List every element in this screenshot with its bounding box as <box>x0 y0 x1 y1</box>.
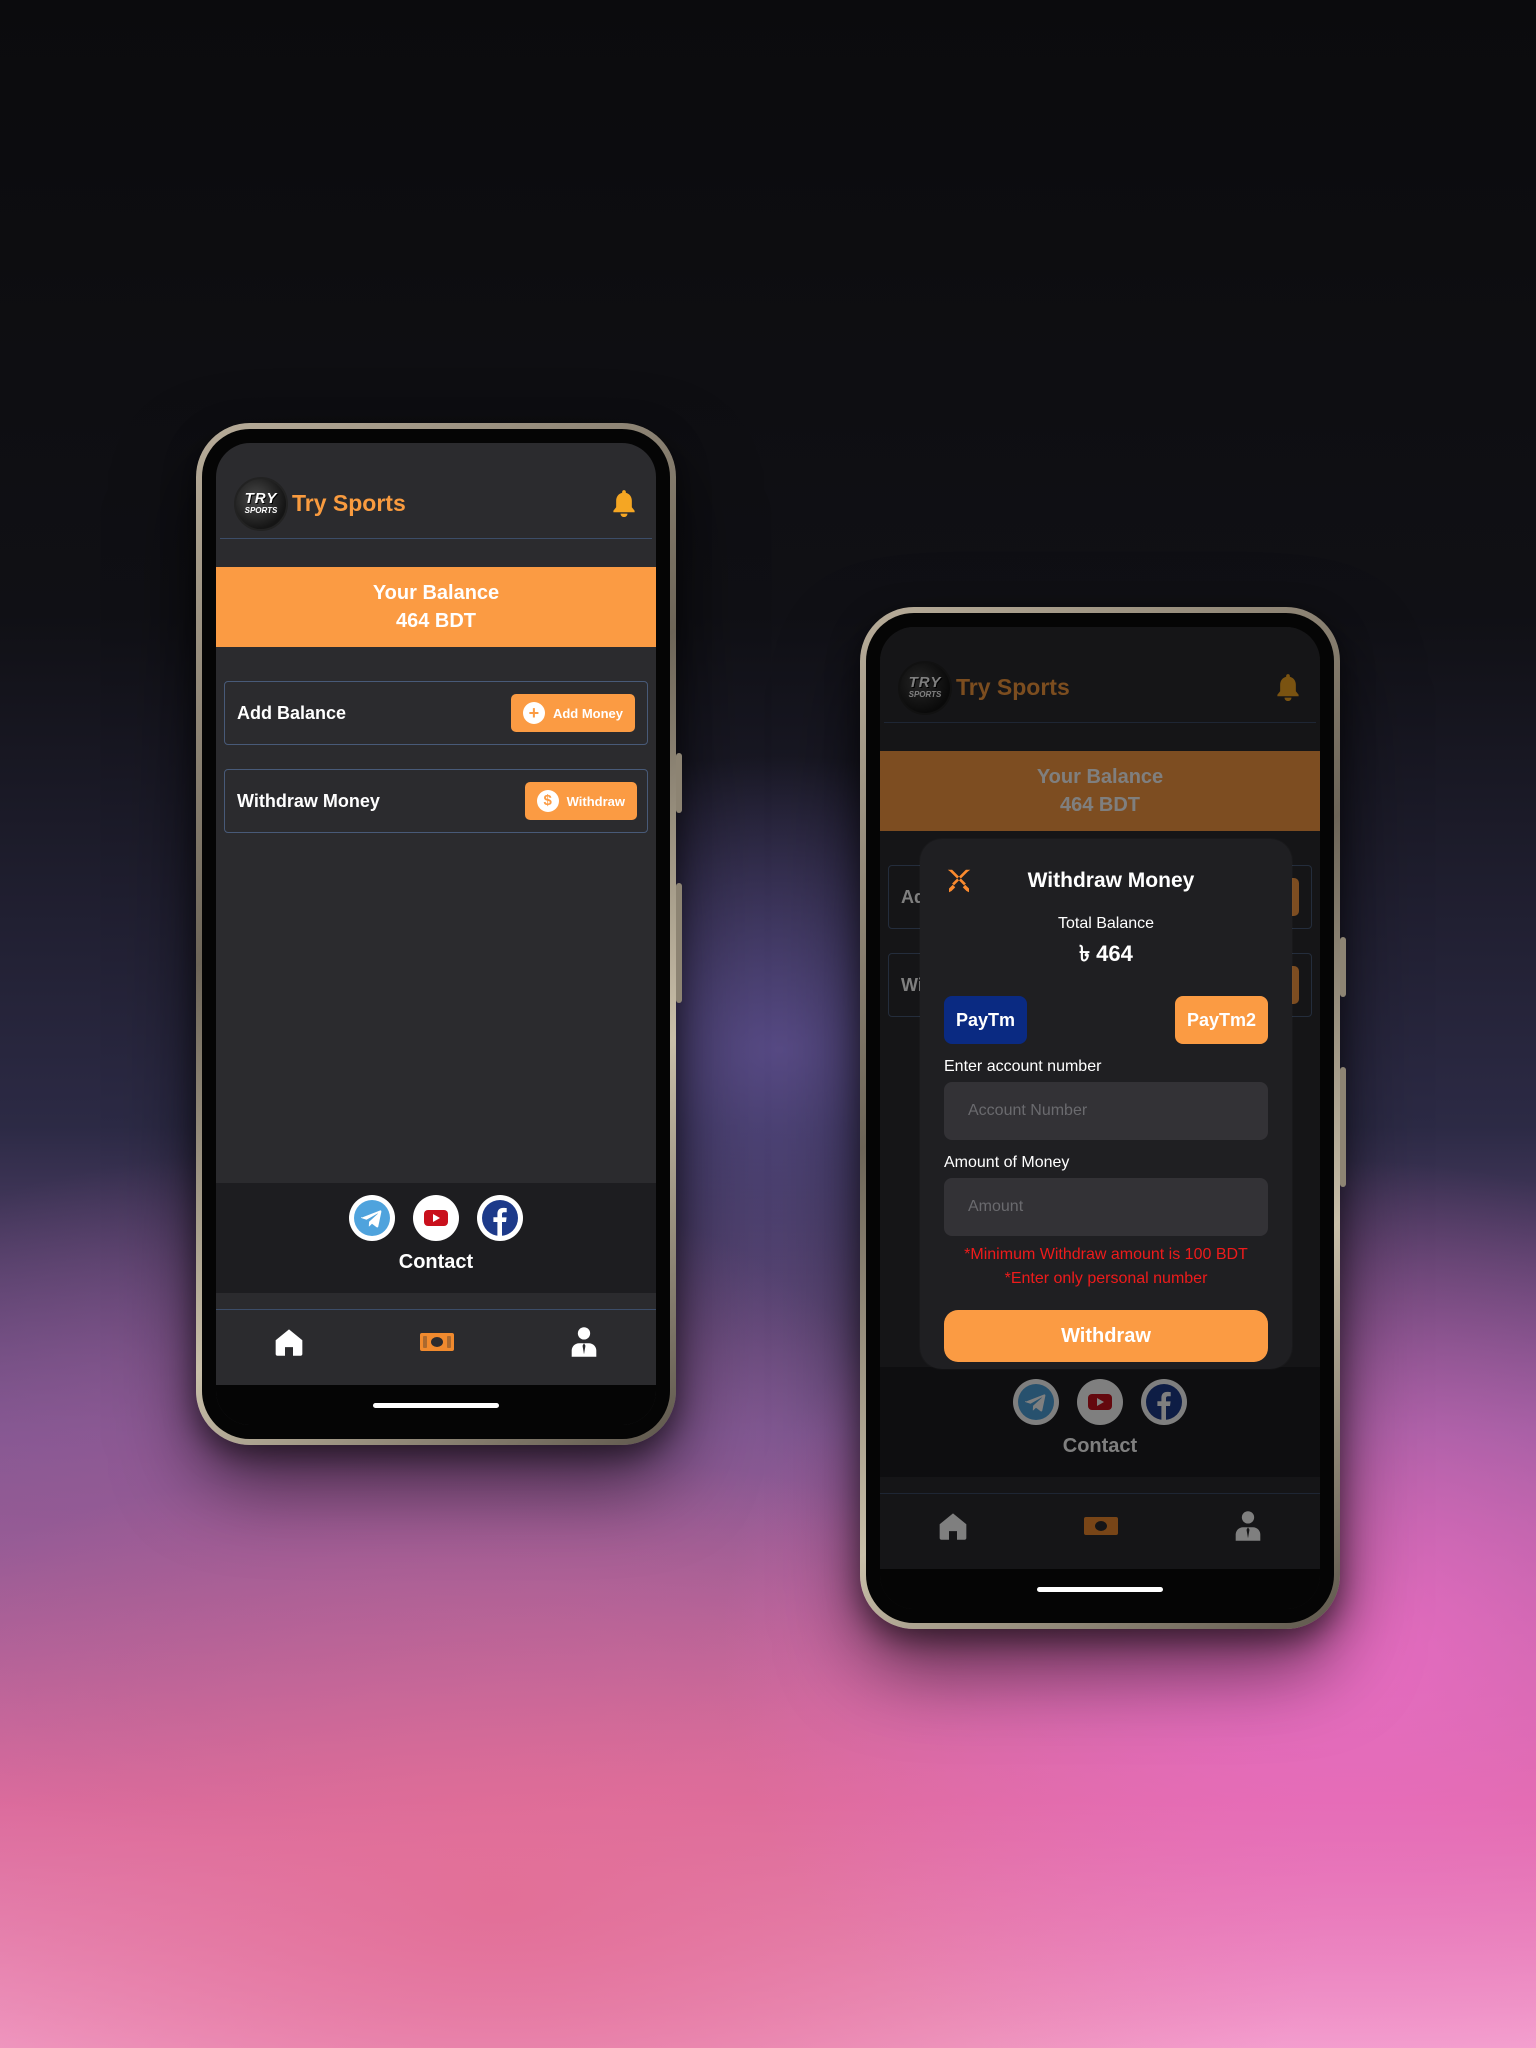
profile-icon[interactable] <box>569 1326 599 1358</box>
add-balance-label: Add Balance <box>237 702 347 723</box>
status-bar <box>216 443 656 469</box>
add-money-button-label: Add Money <box>552 705 623 721</box>
volume-button <box>1340 937 1346 997</box>
balance-card: Your Balance 464 BDT <box>216 567 656 647</box>
home-indicator[interactable] <box>1037 1586 1163 1592</box>
balance-label: Your Balance <box>372 582 500 604</box>
balance-value: 464 BDT <box>395 610 477 632</box>
power-button <box>676 883 682 1003</box>
withdraw-money-row: Withdraw Money $ Withdraw <box>224 769 648 833</box>
power-button <box>1340 1067 1346 1187</box>
home-icon[interactable] <box>273 1326 305 1358</box>
withdraw-submit-button[interactable]: Withdraw <box>944 1310 1268 1362</box>
plus-circle-icon: + <box>522 702 545 724</box>
phone-withdraw-screen: TRY SPORTS Try Sports Your Balance 464 B… <box>860 607 1346 1629</box>
facebook-button[interactable] <box>477 1195 523 1241</box>
contact-section: Contact <box>216 1183 656 1293</box>
home-indicator-area <box>216 1385 656 1425</box>
account-number-input[interactable] <box>968 1102 1268 1120</box>
home-screen: TRY SPORTS Try Sports Your Balance 464 B… <box>216 443 656 1425</box>
add-balance-row: Add Balance + Add Money <box>224 681 648 745</box>
bell-icon[interactable] <box>610 489 638 519</box>
logo-text-top: TRY <box>244 490 278 507</box>
youtube-button[interactable] <box>413 1195 459 1241</box>
modal-title: Withdraw Money <box>1027 869 1195 892</box>
personal-number-warning: *Enter only personal number <box>1004 1270 1208 1287</box>
money-icon[interactable] <box>419 1330 455 1354</box>
account-number-field-wrapper <box>944 1082 1268 1140</box>
youtube-icon <box>418 1200 454 1236</box>
bottom-tab-bar <box>216 1309 656 1373</box>
phone-home-screen: TRY SPORTS Try Sports Your Balance 464 B… <box>196 423 682 1445</box>
contact-label: Contact <box>398 1251 474 1273</box>
home-indicator[interactable] <box>373 1402 499 1408</box>
volume-button <box>676 753 682 813</box>
amount-input[interactable] <box>968 1198 1268 1216</box>
app-title: Try Sports <box>292 490 406 516</box>
app-logo[interactable]: TRY SPORTS <box>234 476 288 531</box>
amount-label: Amount of Money <box>944 1154 1070 1171</box>
telegram-button[interactable] <box>349 1195 395 1241</box>
add-money-button[interactable]: + Add Money <box>510 694 635 732</box>
amount-field-wrapper <box>944 1178 1268 1236</box>
withdraw-modal: Withdraw Money Total Balance ৳ 464 PayTm… <box>920 839 1292 1369</box>
app-header: TRY SPORTS Try Sports <box>220 469 652 539</box>
withdraw-button[interactable]: $ Withdraw <box>524 782 637 820</box>
total-balance-label: Total Balance <box>1057 915 1155 932</box>
total-balance-value: ৳ 464 <box>1079 941 1133 966</box>
withdraw-money-label: Withdraw Money <box>237 790 380 811</box>
home-indicator-area <box>880 1569 1320 1609</box>
logo-text-bottom: SPORTS <box>244 506 278 515</box>
telegram-icon <box>354 1200 390 1236</box>
minimum-amount-warning: *Minimum Withdraw amount is 100 BDT <box>964 1246 1248 1263</box>
dollar-circle-icon: $ <box>536 790 559 812</box>
crossed-swords-icon[interactable] <box>944 866 974 896</box>
paytm-option-button[interactable]: PayTm <box>944 996 1028 1044</box>
withdraw-button-label: Withdraw <box>566 793 625 809</box>
paytm2-option-button[interactable]: PayTm2 <box>1174 996 1268 1044</box>
withdraw-screen: TRY SPORTS Try Sports Your Balance 464 B… <box>880 627 1320 1609</box>
account-number-label: Enter account number <box>944 1058 1102 1075</box>
facebook-icon <box>482 1200 518 1236</box>
